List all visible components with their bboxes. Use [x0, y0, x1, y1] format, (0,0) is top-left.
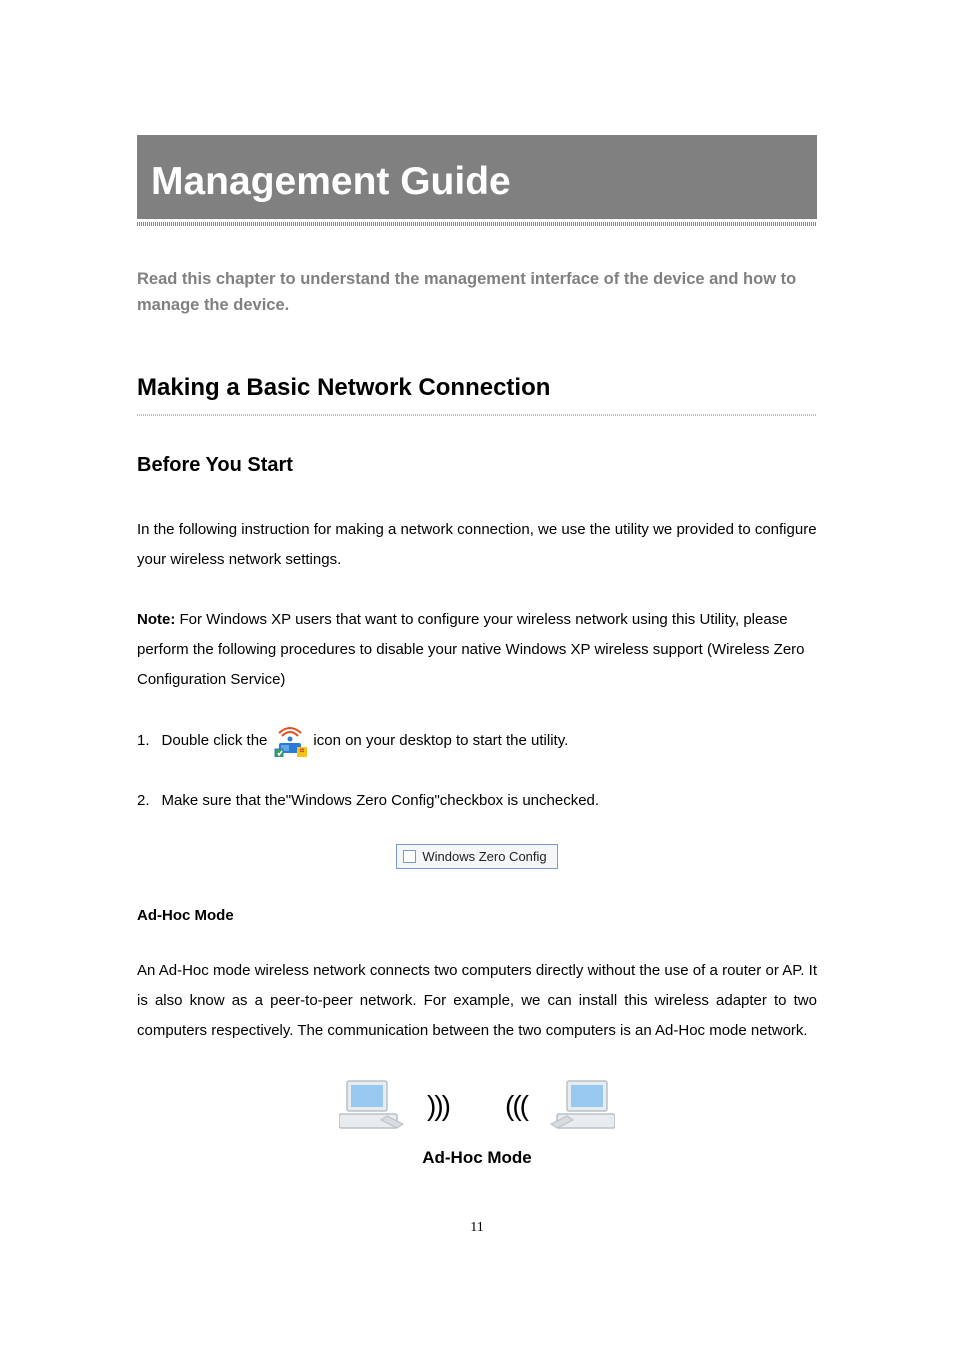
adhoc-heading: Ad-Hoc Mode	[137, 907, 817, 924]
step-2-text-pre: Make sure that the	[162, 787, 286, 814]
step-1-text-post: icon on your desktop to start the utilit…	[313, 727, 568, 754]
step-2: 2. Make sure that the "Windows Zero Conf…	[137, 787, 817, 814]
step-1-number: 1.	[137, 727, 150, 754]
paragraph-intro: In the following instruction for making …	[137, 515, 817, 575]
computer-left-icon	[339, 1076, 409, 1136]
adhoc-paragraph: An Ad-Hoc mode wireless network connects…	[137, 956, 817, 1046]
step-1-text-pre: Double click the	[162, 727, 268, 754]
diagram-label: Ad-Hoc Mode	[137, 1148, 817, 1168]
chapter-title: Management Guide	[137, 135, 817, 219]
paragraph-note: Note: For Windows XP users that want to …	[137, 605, 817, 695]
page-number: 11	[0, 1220, 954, 1236]
step-1: 1. Double click the icon on your desktop…	[137, 725, 817, 757]
section-heading-2: Before You Start	[137, 454, 817, 477]
wireless-utility-icon	[273, 725, 307, 757]
signal-right-icon: )))	[427, 1090, 449, 1122]
step-2-number: 2.	[137, 787, 150, 814]
chapter-intro: Read this chapter to understand the mana…	[137, 266, 817, 319]
signal-left-icon: (((	[505, 1090, 527, 1122]
step-2-bold: "Windows Zero Config"	[286, 787, 440, 814]
zero-config-checkbox[interactable]	[403, 850, 416, 863]
note-label: Note:	[137, 611, 175, 628]
adhoc-diagram: ))) (((	[137, 1076, 817, 1136]
note-text: For Windows XP users that want to config…	[137, 611, 805, 688]
section-heading-1: Making a Basic Network Connection	[137, 374, 817, 402]
title-underline	[137, 222, 817, 226]
zero-config-label: Windows Zero Config	[422, 849, 546, 864]
computer-right-icon	[545, 1076, 615, 1136]
step-2-text-post: checkbox is unchecked.	[440, 787, 599, 814]
zero-config-checkbox-container: Windows Zero Config	[396, 844, 557, 869]
heading-underline	[137, 414, 817, 416]
zero-config-screenshot: Windows Zero Config	[137, 844, 817, 869]
